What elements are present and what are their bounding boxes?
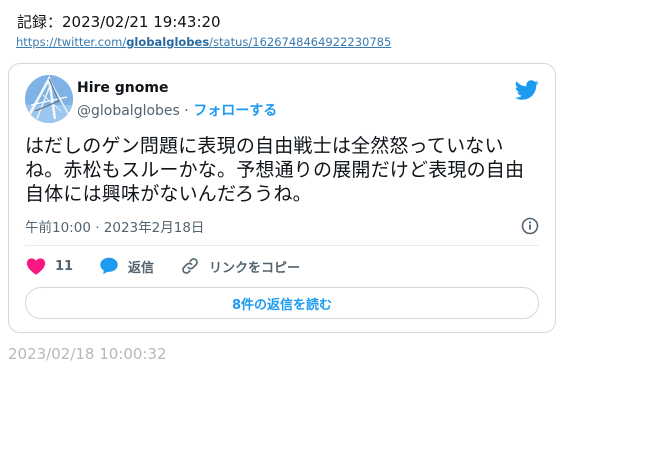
avatar-image <box>25 75 73 123</box>
link-icon <box>182 258 198 274</box>
tweet-url-link[interactable]: https://twitter.com/globalglobes/status/… <box>16 35 391 49</box>
copy-link-button[interactable]: リンクをコピー <box>179 254 300 278</box>
heart-icon <box>26 258 46 275</box>
tweet-card: Hire gnome @globalglobes · フォローする はだしのゲン… <box>8 63 556 333</box>
url-suffix: /status/1626748464922230785 <box>209 35 392 49</box>
like-button[interactable]: 11 <box>25 254 73 278</box>
tweet-timestamp[interactable]: 午前10:00 · 2023年2月18日 <box>25 216 204 236</box>
read-replies-button[interactable]: 8件の返信を読む <box>25 287 539 319</box>
author-name[interactable]: Hire gnome <box>77 80 168 96</box>
author-row: @globalglobes · フォローする <box>77 100 277 120</box>
url-handle: globalglobes <box>126 35 210 49</box>
author-handle[interactable]: @globalglobes <box>77 103 180 119</box>
separator-dot: · <box>179 103 194 119</box>
avatar[interactable] <box>25 75 73 123</box>
reply-bubble-icon <box>100 257 118 275</box>
copy-link-label: リンクをコピー <box>209 260 301 276</box>
follow-button[interactable]: フォローする <box>193 103 277 119</box>
tweet-text: はだしのゲン問題に表現の自由戦士は全然怒っていないね。赤松もスルーかな。予想通り… <box>25 135 525 205</box>
reply-label: 返信 <box>128 260 155 276</box>
url-prefix: https://twitter.com/ <box>16 35 127 49</box>
like-count: 11 <box>55 258 74 274</box>
archive-timestamp: 2023/02/18 10:00:32 <box>8 345 167 363</box>
info-icon[interactable] <box>521 217 539 235</box>
reply-button[interactable]: 返信 <box>98 254 154 278</box>
record-timestamp: 記録：2023/02/21 19:43:20 <box>17 13 221 31</box>
twitter-bird-icon[interactable] <box>515 78 539 102</box>
divider <box>25 245 539 246</box>
